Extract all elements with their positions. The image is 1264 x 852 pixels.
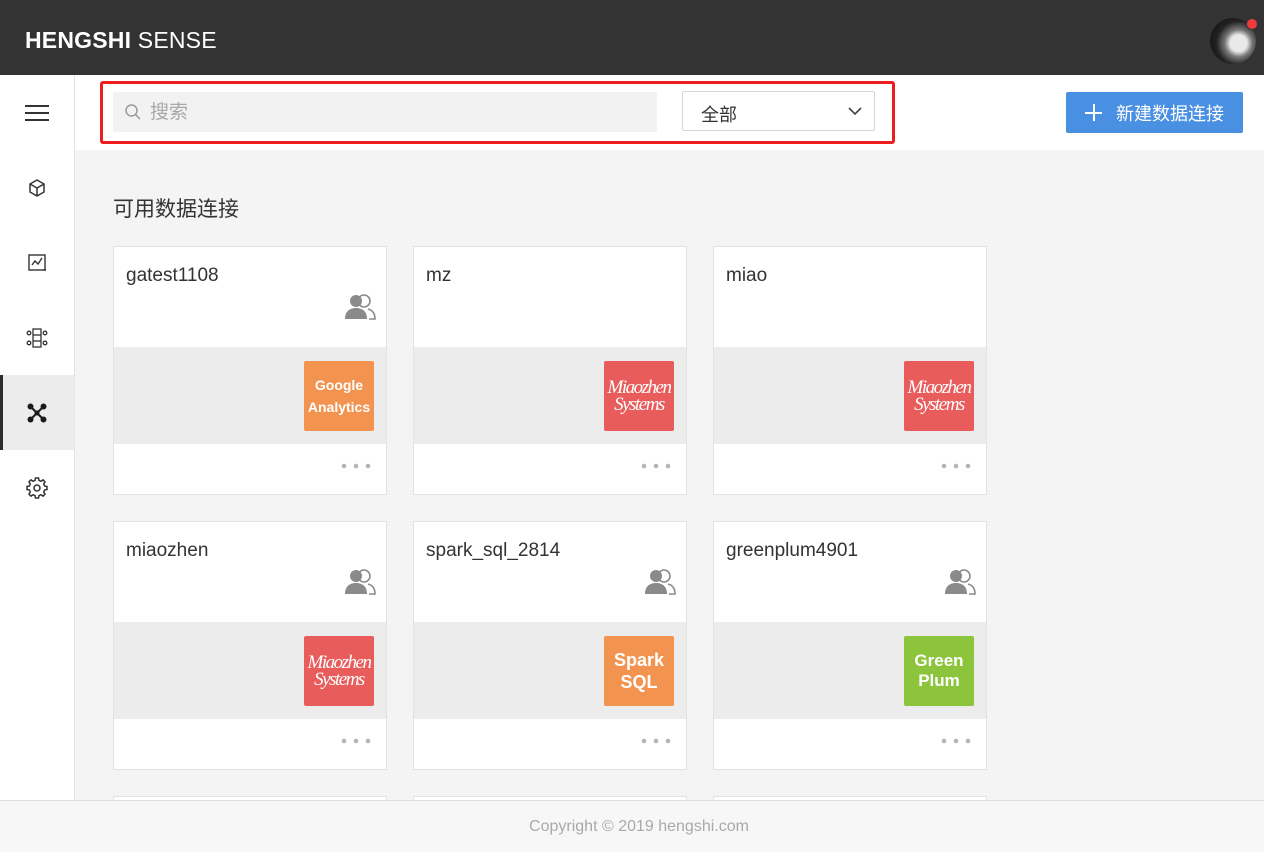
logo-line: Analytics: [307, 399, 371, 415]
google-analytics-logo: Google Analytics: [304, 361, 374, 431]
more-options-icon[interactable]: [640, 737, 672, 745]
logo-line: SQL: [620, 672, 658, 692]
connection-card[interactable]: miaozhen Miaozhen Systems: [113, 521, 387, 770]
data-connection-icon: [27, 403, 47, 422]
brand-bold: HENGSHI: [25, 27, 132, 53]
sidebar-item-dataset[interactable]: [0, 150, 74, 225]
card-name: spark_sql_2814: [426, 540, 561, 561]
menu-icon: [25, 104, 49, 121]
logo-line: Systems: [914, 394, 965, 415]
more-options-icon[interactable]: [340, 462, 372, 470]
connection-card[interactable]: greenplum4901 Green Plum: [713, 521, 987, 770]
shared-users-icon: [345, 294, 376, 320]
card-logo-area: Miaozhen Systems: [114, 622, 386, 719]
card-logo-area: Miaozhen Systems: [414, 347, 686, 444]
card-logo-area: Google Analytics: [114, 347, 386, 444]
card-name: gatest1108: [126, 265, 219, 286]
new-data-connection-label: 新建数据连接: [1116, 103, 1224, 125]
brand-light: SENSE: [131, 27, 217, 53]
logo-line: Plum: [918, 671, 960, 690]
shared-users-icon: [345, 569, 376, 595]
card-name: miao: [726, 265, 768, 286]
footer: Copyright © 2019 hengshi.com: [0, 800, 1264, 852]
sidebar-item-data-app[interactable]: [0, 300, 74, 375]
copyright-text: Copyright © 2019 hengshi.com: [529, 817, 749, 835]
more-options-icon[interactable]: [640, 462, 672, 470]
card-name: miaozhen: [126, 540, 209, 561]
sidebar: [0, 75, 75, 800]
logo-line: Green: [914, 651, 964, 670]
sidebar-item-data-connection[interactable]: [0, 375, 74, 450]
logo-line: Systems: [314, 669, 365, 690]
logo-line: Google: [314, 377, 364, 393]
card-logo-area: Miaozhen Systems: [714, 347, 986, 444]
notification-dot: [1246, 18, 1258, 30]
sidebar-item-dashboard[interactable]: [0, 225, 74, 300]
section-title: 可用数据连接: [113, 197, 239, 221]
logo-line: Systems: [614, 394, 665, 415]
connection-card[interactable]: mz Miaozhen Systems: [413, 246, 687, 495]
spark-sql-logo: Spark SQL: [604, 636, 674, 706]
new-data-connection-button[interactable]: 新建数据连接: [1066, 92, 1243, 133]
miaozhen-logo: Miaozhen Systems: [304, 636, 374, 706]
connection-card[interactable]: gatest1108 Google Analytics: [113, 246, 387, 495]
data-app-icon: [26, 327, 48, 348]
miaozhen-logo: Miaozhen Systems: [904, 361, 974, 431]
chart-icon: [28, 253, 46, 271]
shared-users-icon: [945, 569, 976, 595]
sidebar-item-settings[interactable]: [0, 450, 74, 525]
highlight-box: [100, 81, 895, 144]
card-logo-area: Green Plum: [714, 622, 986, 719]
more-options-icon[interactable]: [940, 462, 972, 470]
logo-line: Spark: [613, 650, 665, 670]
card-name: mz: [426, 265, 452, 286]
miaozhen-logo: Miaozhen Systems: [604, 361, 674, 431]
more-options-icon[interactable]: [940, 737, 972, 745]
greenplum-logo: Green Plum: [904, 636, 974, 706]
shared-users-icon: [645, 569, 676, 595]
gear-icon: [26, 476, 48, 499]
card-name: greenplum4901: [726, 540, 859, 561]
connection-card[interactable]: miao Miaozhen Systems: [713, 246, 987, 495]
connection-card[interactable]: spark_sql_2814 Spark SQL: [413, 521, 687, 770]
brand-logo[interactable]: HENGSHI SENSE: [25, 27, 217, 54]
cube-icon: [29, 178, 45, 197]
more-options-icon[interactable]: [340, 737, 372, 745]
card-logo-area: Spark SQL: [414, 622, 686, 719]
sidebar-menu-toggle[interactable]: [0, 75, 74, 150]
plus-icon: [1085, 104, 1102, 121]
